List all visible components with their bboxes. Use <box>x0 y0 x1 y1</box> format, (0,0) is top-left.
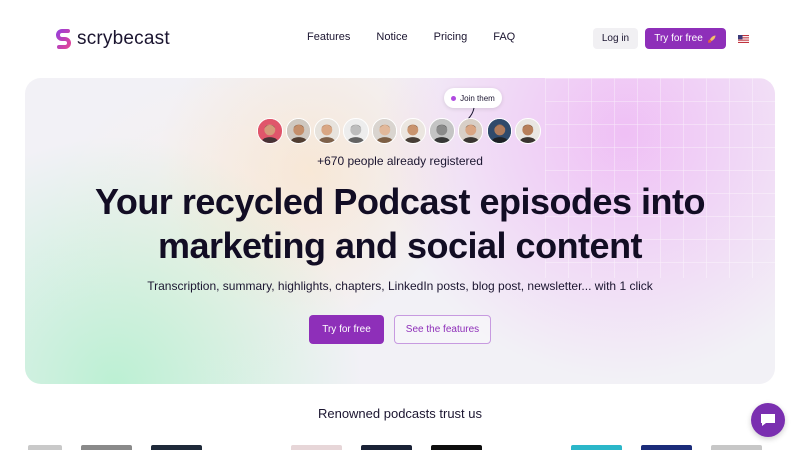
chat-bubble-icon <box>761 414 775 426</box>
avatar <box>371 118 398 144</box>
podcast-logo <box>28 445 62 450</box>
nav-link-features[interactable]: Features <box>307 31 350 43</box>
rocket-icon <box>707 35 716 43</box>
avatar <box>314 118 340 144</box>
registered-avatars <box>257 118 541 144</box>
join-them-label: Join them <box>460 93 495 103</box>
podcast-logos-row <box>0 445 800 450</box>
headline-line-1: Your recycled Podcast episodes into <box>94 181 706 222</box>
try-free-button[interactable]: Try for free <box>309 315 384 344</box>
podcast-logo <box>81 445 132 450</box>
chat-widget-button[interactable] <box>751 403 785 437</box>
hero-subline: Transcription, summary, highlights, chap… <box>147 279 653 293</box>
podcast-logo <box>291 445 342 450</box>
podcast-logo <box>571 445 622 450</box>
scrybecast-logo-icon <box>56 29 71 49</box>
try-free-nav-button[interactable]: Try for free <box>645 28 726 49</box>
podcast-logo <box>151 445 202 450</box>
nav-link-notice[interactable]: Notice <box>376 31 407 43</box>
join-dot-icon <box>451 95 457 101</box>
top-nav: scrybecast Features Notice Pricing FAQ L… <box>0 0 800 78</box>
join-them-tooltip: Join them <box>444 88 502 108</box>
avatar <box>400 118 427 144</box>
trust-heading: Renowned podcasts trust us <box>317 406 483 421</box>
hero-headline: Your recycled Podcast episodes into mark… <box>0 180 800 268</box>
registered-count: +670 people already registered <box>317 154 483 168</box>
podcast-logo <box>431 445 482 450</box>
avatar <box>515 118 541 144</box>
login-button[interactable]: Log in <box>593 28 638 49</box>
podcast-logo <box>361 445 412 450</box>
avatar <box>457 118 484 144</box>
brand-logo[interactable]: scrybecast <box>56 27 170 51</box>
nav-links: Features Notice Pricing FAQ <box>307 31 515 43</box>
headline-line-2: marketing and social content <box>157 225 643 266</box>
brand-name: scrybecast <box>77 28 170 49</box>
avatar <box>486 118 513 144</box>
avatar <box>343 118 369 144</box>
us-flag-icon[interactable] <box>738 35 749 43</box>
podcast-logo <box>641 445 692 450</box>
avatar <box>285 118 312 144</box>
try-free-nav-label: Try for free <box>654 33 703 44</box>
podcast-logo <box>711 445 762 450</box>
see-features-button[interactable]: See the features <box>394 315 491 344</box>
nav-link-faq[interactable]: FAQ <box>493 31 515 43</box>
avatar <box>257 118 283 144</box>
avatar <box>429 118 455 144</box>
nav-link-pricing[interactable]: Pricing <box>434 31 468 43</box>
